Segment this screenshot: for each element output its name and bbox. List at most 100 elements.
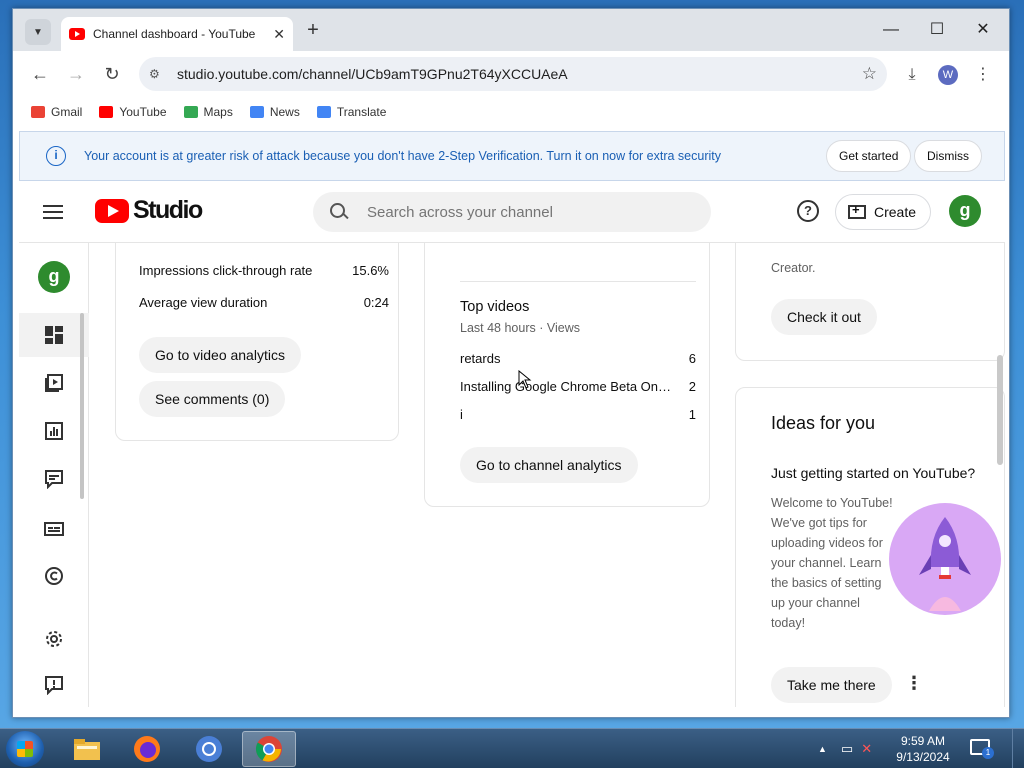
side-nav: g: [19, 243, 89, 707]
nav-scrollbar[interactable]: [80, 313, 84, 499]
browser-tab[interactable]: Channel dashboard - YouTube Studio ✕: [61, 17, 293, 51]
taskbar-firefox[interactable]: [120, 731, 174, 767]
metric-ctr: Impressions click-through rate 15.6%: [139, 263, 389, 278]
browser-window: ▼ Channel dashboard - YouTube Studio ✕ +…: [12, 8, 1010, 718]
close-tab-icon[interactable]: ✕: [273, 26, 285, 43]
show-hidden-icons-icon[interactable]: ▲: [818, 744, 827, 754]
top-video-row[interactable]: retards 6: [460, 351, 696, 366]
go-to-video-analytics-button[interactable]: Go to video analytics: [139, 337, 301, 373]
firefox-icon: [134, 736, 160, 762]
profile-avatar[interactable]: W: [938, 65, 958, 85]
go-to-channel-analytics-button[interactable]: Go to channel analytics: [460, 447, 638, 483]
taskbar-clock[interactable]: 9:59 AM 9/13/2024: [880, 733, 966, 765]
studio-header: Studio ? Create g: [19, 181, 1005, 243]
url-text: studio.youtube.com/channel/UCb9amT9GPnu2…: [177, 66, 568, 82]
news-icon: [249, 106, 264, 118]
nav-content[interactable]: [19, 361, 89, 405]
nav-analytics[interactable]: [19, 409, 89, 453]
rocket-icon: [919, 517, 971, 611]
forward-button[interactable]: →: [63, 62, 89, 88]
top-videos-title: Top videos: [460, 299, 530, 315]
vertical-scrollbar[interactable]: [997, 355, 1003, 465]
tab-title: Channel dashboard - YouTube Studio: [93, 27, 259, 41]
bookmark-news[interactable]: News: [249, 105, 300, 119]
top-video-row[interactable]: i 1: [460, 407, 696, 422]
notification-badge: 1: [982, 747, 994, 759]
show-desktop-button[interactable]: [1012, 729, 1024, 768]
new-tab-button[interactable]: +: [301, 19, 325, 43]
bookmark-star-icon[interactable]: ☆: [862, 64, 877, 84]
browser-toolbar: ← → ↻ ⚙ studio.youtube.com/channel/UCb9a…: [13, 51, 1009, 97]
take-me-there-button[interactable]: Take me there: [771, 667, 892, 703]
youtube-icon: [99, 106, 114, 118]
analytics-icon: [45, 422, 63, 440]
create-button[interactable]: Create: [835, 194, 932, 230]
copyright-icon: [45, 567, 63, 585]
get-started-button[interactable]: Get started: [826, 140, 912, 172]
system-tray: ▲ ▭ ✕: [818, 729, 872, 768]
maximize-button[interactable]: ☐: [915, 17, 959, 43]
channel-search[interactable]: [313, 192, 711, 232]
ideas-title: Ideas for you: [771, 413, 876, 433]
ideas-body: Welcome to YouTube! We've got tips for u…: [771, 496, 893, 630]
channel-avatar[interactable]: g: [38, 261, 70, 293]
create-video-icon: [848, 202, 866, 219]
see-comments-button[interactable]: See comments (0): [139, 381, 286, 417]
taskbar-chrome[interactable]: [242, 731, 296, 767]
minimize-button[interactable]: —: [869, 17, 913, 43]
start-button[interactable]: [6, 731, 44, 767]
reload-button[interactable]: ↻: [99, 62, 125, 88]
banner-message: Your account is at greater risk of attac…: [84, 149, 721, 163]
address-bar[interactable]: ⚙ studio.youtube.com/channel/UCb9amT9GPn…: [139, 57, 887, 91]
nav-dashboard[interactable]: [19, 313, 89, 357]
search-input[interactable]: [367, 203, 687, 221]
check-it-out-button[interactable]: Check it out: [771, 299, 877, 335]
close-window-button[interactable]: ✕: [961, 17, 1005, 43]
hamburger-menu-icon[interactable]: [43, 205, 63, 219]
search-icon: [329, 202, 349, 222]
taskbar-chromium[interactable]: [182, 731, 236, 767]
nav-feedback[interactable]: [19, 663, 89, 707]
nav-subtitles[interactable]: [19, 507, 89, 551]
folder-icon: [74, 739, 100, 760]
nav-copyright[interactable]: [19, 554, 89, 598]
menu-kebab-icon[interactable]: ⋮: [971, 63, 995, 87]
youtube-favicon-icon: [69, 28, 85, 40]
gmail-icon: [31, 106, 45, 118]
action-center-icon[interactable]: 1: [970, 739, 994, 759]
subtitles-icon: [44, 522, 64, 536]
nav-comments[interactable]: [19, 457, 89, 501]
creator-card-text: Creator.: [771, 261, 816, 275]
mouse-cursor-icon: [518, 370, 532, 389]
top-video-row[interactable]: Installing Google Chrome Beta On C... 2: [460, 379, 696, 394]
translate-icon: [316, 106, 331, 118]
bookmark-maps[interactable]: Maps: [183, 105, 233, 119]
studio-logo[interactable]: Studio: [95, 196, 203, 225]
network-icon[interactable]: ▭: [841, 741, 853, 757]
more-options-icon[interactable]: ⋮: [905, 673, 923, 694]
bookmark-youtube[interactable]: YouTube: [99, 105, 167, 119]
account-avatar[interactable]: g: [949, 195, 981, 227]
comments-icon: [45, 470, 63, 489]
bookmarks-bar: Gmail YouTube Maps News Translate: [13, 97, 1009, 127]
site-settings-icon[interactable]: ⚙: [149, 67, 165, 81]
volume-muted-icon[interactable]: ✕: [861, 741, 872, 757]
bookmark-gmail[interactable]: Gmail: [31, 105, 82, 119]
feedback-icon: [45, 676, 63, 695]
content-icon: [45, 374, 63, 392]
nav-settings[interactable]: [19, 617, 89, 661]
metric-avg-duration: Average view duration 0:24: [139, 295, 389, 310]
back-button[interactable]: ←: [27, 62, 53, 88]
chromium-icon: [196, 736, 222, 762]
tab-search-button[interactable]: ▼: [25, 19, 51, 45]
rocket-illustration: [889, 503, 1001, 615]
dashboard-icon: [45, 326, 63, 344]
download-icon[interactable]: ⤓: [900, 63, 924, 87]
help-icon[interactable]: ?: [797, 200, 819, 222]
card-divider: [460, 281, 696, 282]
youtube-logo-icon: [95, 198, 129, 223]
taskbar-explorer[interactable]: [60, 731, 114, 767]
dismiss-button[interactable]: Dismiss: [914, 140, 982, 172]
bookmark-translate[interactable]: Translate: [316, 105, 386, 119]
chrome-icon: [255, 736, 282, 762]
